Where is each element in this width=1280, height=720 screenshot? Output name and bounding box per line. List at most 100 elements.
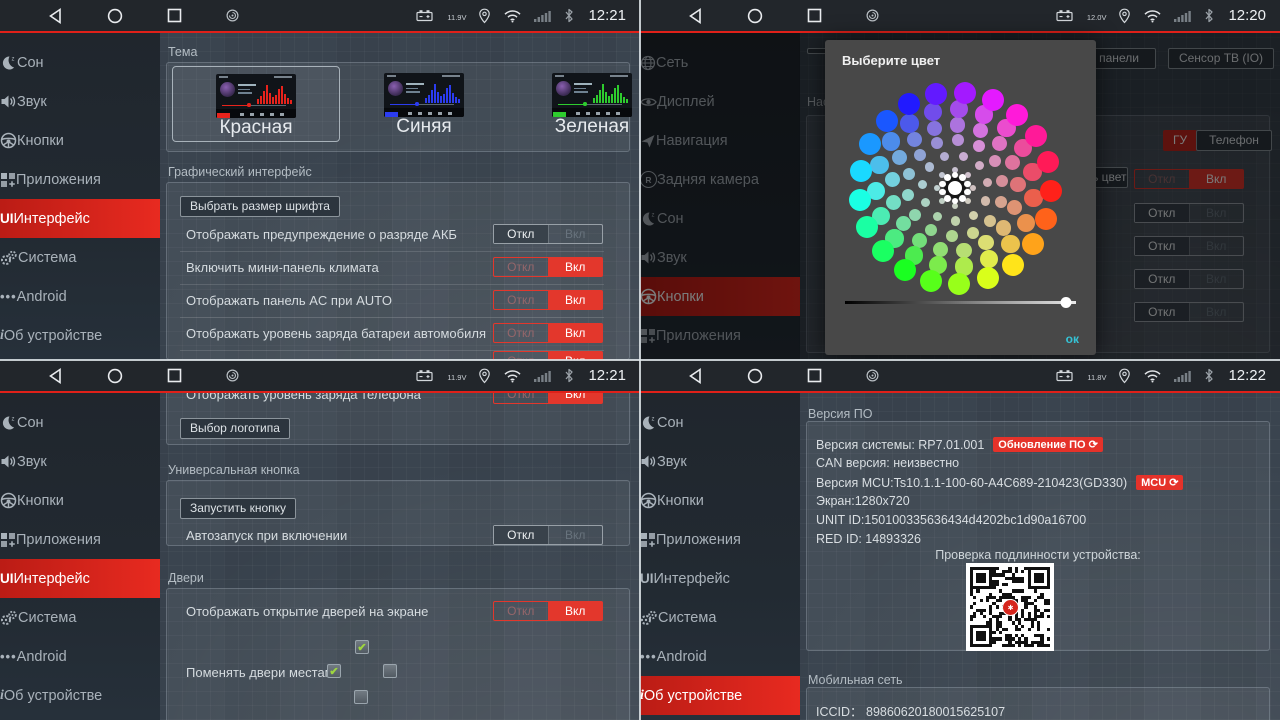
logo-select-button[interactable]: Выбор логотипа [180, 418, 290, 439]
color-dot[interactable] [956, 243, 971, 258]
recents-icon[interactable] [167, 8, 182, 23]
sidebar-item-gears[interactable]: Система [640, 598, 800, 637]
color-dot[interactable] [872, 240, 894, 262]
recents-icon[interactable] [807, 8, 822, 23]
home-icon[interactable] [107, 8, 123, 24]
toggle-on-option[interactable]: Вкл [548, 291, 603, 309]
slider-thumb[interactable] [1061, 297, 1072, 308]
color-dot[interactable] [984, 215, 996, 227]
sidebar-item-sound[interactable]: Звук [640, 442, 800, 481]
back-icon[interactable] [48, 8, 63, 24]
color-dot[interactable] [933, 212, 942, 221]
toggle-on-option[interactable]: Вкл [548, 602, 603, 620]
sidebar-item-moon[interactable]: zСон [640, 403, 800, 442]
app-icon[interactable] [866, 9, 879, 22]
toggle-on[interactable]: ОтклВкл [493, 257, 603, 277]
font-size-button[interactable]: Выбрать размер шрифта [180, 196, 340, 217]
ok-button[interactable]: ок [1066, 332, 1079, 346]
door-checkbox[interactable] [383, 664, 397, 678]
brightness-slider[interactable] [845, 296, 1076, 308]
sidebar-item-gears[interactable]: Система [0, 238, 160, 277]
toggle-off-option[interactable]: Откл [494, 291, 548, 309]
color-dot[interactable] [1007, 200, 1022, 215]
color-dot[interactable] [925, 224, 937, 236]
toggle-off[interactable]: ОтклВкл [493, 224, 603, 244]
sidebar-item-apps[interactable]: Приложения [640, 520, 800, 559]
back-icon[interactable] [48, 368, 63, 384]
theme-card-2[interactable]: Синяя [340, 66, 508, 142]
sidebar-item-steering[interactable]: Кнопки [0, 121, 160, 160]
color-dot[interactable] [925, 83, 947, 105]
toggle-off[interactable]: ОтклВкл [493, 525, 603, 545]
door-checkbox[interactable] [354, 690, 368, 704]
color-dot[interactable] [969, 211, 978, 220]
toggle-off-option[interactable]: Откл [494, 225, 548, 243]
color-dot[interactable] [892, 150, 907, 165]
color-dot[interactable] [1005, 155, 1020, 170]
home-icon[interactable] [747, 8, 763, 24]
color-dot[interactable] [996, 220, 1011, 235]
sidebar-item-gears[interactable]: Система [0, 598, 160, 637]
color-dot[interactable] [920, 270, 942, 292]
color-dot[interactable] [948, 273, 970, 295]
color-dot[interactable] [995, 196, 1007, 208]
toggle-on-option[interactable]: Вкл [548, 258, 603, 276]
toggle-on[interactable]: ОтклВкл [493, 323, 603, 343]
recents-icon[interactable] [807, 368, 822, 383]
door-checkbox[interactable]: ✔ [327, 664, 341, 678]
color-dot[interactable] [940, 152, 949, 161]
color-dot[interactable] [1025, 125, 1047, 147]
color-dot[interactable] [894, 259, 916, 281]
sidebar-item-info[interactable]: iОб устройстве [0, 316, 160, 355]
update-badge[interactable]: MCU ⟳ [1136, 475, 1183, 490]
toggle-on[interactable]: ОтклВкл [493, 290, 603, 310]
app-icon[interactable] [226, 369, 239, 382]
color-dot[interactable] [1002, 254, 1024, 276]
color-dot[interactable] [950, 117, 965, 132]
sidebar-item-ui[interactable]: UIИнтерфейс [0, 199, 160, 238]
color-dot[interactable] [850, 160, 872, 182]
color-dot[interactable] [1001, 235, 1019, 253]
color-dot[interactable] [900, 114, 918, 132]
color-dot[interactable] [886, 195, 901, 210]
color-dot[interactable] [1022, 233, 1044, 255]
sidebar-item-moon[interactable]: zСон [0, 43, 160, 82]
color-dot[interactable] [914, 149, 926, 161]
theme-card-3[interactable]: Зеленая [508, 66, 640, 142]
toggle-off-option[interactable]: Откл [494, 324, 548, 342]
color-dot[interactable] [1035, 208, 1057, 230]
back-icon[interactable] [688, 368, 703, 384]
color-dot[interactable] [870, 156, 888, 174]
toggle-on-option[interactable]: Вкл [548, 324, 603, 342]
color-dot[interactable] [933, 242, 948, 257]
color-dot[interactable] [975, 161, 984, 170]
color-dot[interactable] [982, 89, 1004, 111]
color-dot[interactable] [918, 180, 927, 189]
sidebar-item-moon[interactable]: zСон [0, 403, 160, 442]
toggle-off-option[interactable]: Откл [494, 526, 548, 544]
color-dot[interactable] [1040, 180, 1062, 202]
color-dot[interactable] [924, 103, 942, 121]
color-dot[interactable] [921, 198, 930, 207]
color-dot[interactable] [967, 227, 979, 239]
recents-icon[interactable] [167, 368, 182, 383]
color-dot[interactable] [882, 132, 900, 150]
sidebar-item-steering[interactable]: Кнопки [640, 481, 800, 520]
color-dot[interactable] [978, 235, 993, 250]
color-dot[interactable] [1037, 151, 1059, 173]
sidebar-item-dots[interactable]: •••Android [0, 637, 160, 676]
toggle-on[interactable]: ОтклВкл [493, 601, 603, 621]
app-icon[interactable] [226, 9, 239, 22]
color-dot[interactable] [952, 134, 964, 146]
color-dot[interactable] [1010, 177, 1025, 192]
toggle-on-option[interactable]: Вкл [548, 225, 603, 243]
color-dot[interactable] [980, 250, 998, 268]
home-icon[interactable] [747, 368, 763, 384]
color-dot[interactable] [903, 168, 915, 180]
home-icon[interactable] [107, 368, 123, 384]
sidebar-item-dots[interactable]: •••Android [0, 277, 160, 316]
color-dot[interactable] [876, 110, 898, 132]
color-dot[interactable] [977, 267, 999, 289]
color-dot[interactable] [885, 172, 900, 187]
color-dot[interactable] [927, 121, 942, 136]
